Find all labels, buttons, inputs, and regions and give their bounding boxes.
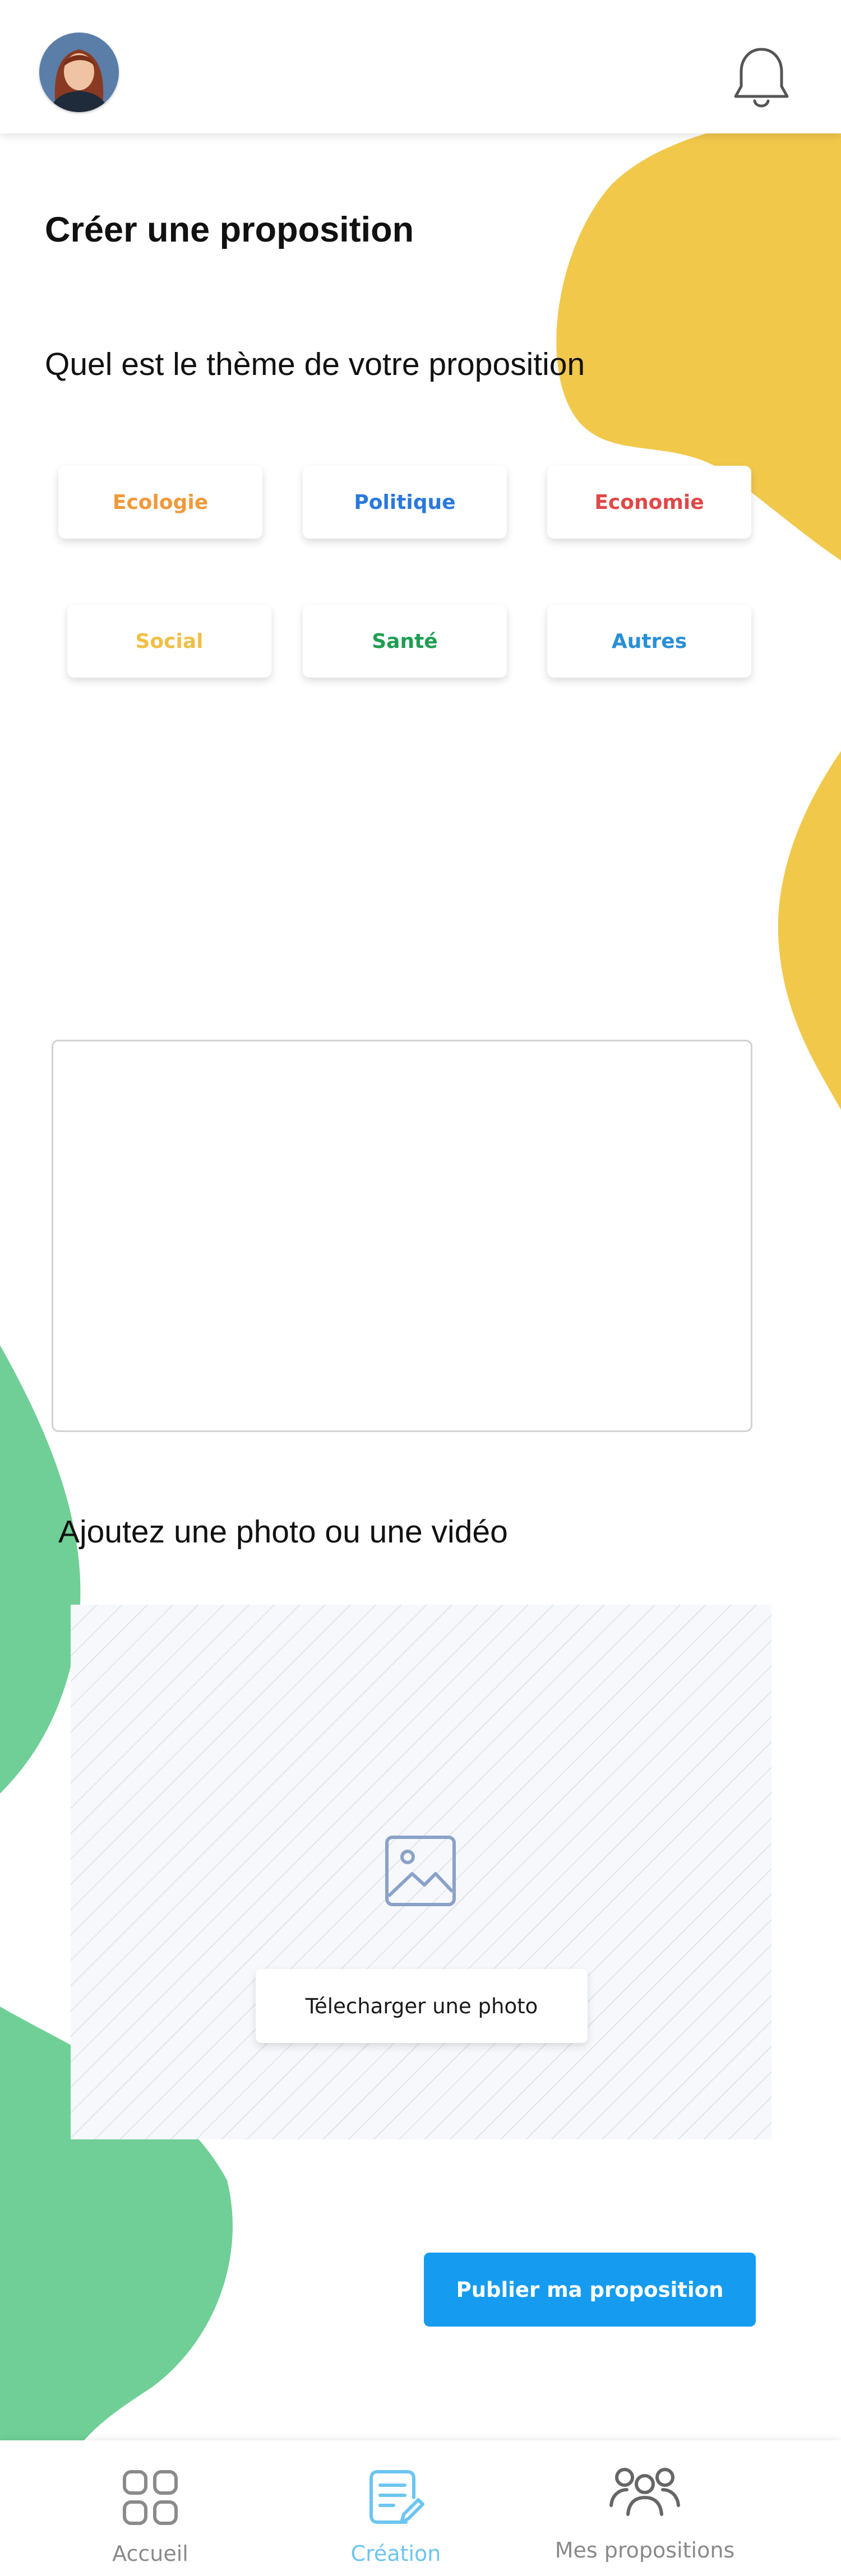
bottom-nav: Accueil Création Mes propositions: [0, 2440, 841, 2576]
theme-sante-button[interactable]: Santé: [303, 605, 507, 678]
page-title: Créer une proposition: [45, 210, 414, 249]
top-bar: [0, 0, 841, 133]
group-icon: [609, 2468, 680, 2516]
theme-ecologie-button[interactable]: Ecologie: [58, 466, 262, 539]
theme-economie-button[interactable]: Economie: [547, 466, 751, 539]
theme-autres-button[interactable]: Autres: [547, 605, 751, 678]
nav-item-accueil[interactable]: Accueil: [94, 2440, 206, 2576]
theme-politique-button[interactable]: Politique: [303, 466, 507, 539]
nav-label-mes-propositions: Mes propositions: [554, 2538, 735, 2563]
theme-question: Quel est le thème de votre proposition: [45, 346, 585, 382]
photo-upload-zone[interactable]: Télecharger une photo: [71, 1605, 771, 2139]
nav-item-creation[interactable]: Création: [340, 2440, 452, 2576]
theme-social-button[interactable]: Social: [67, 605, 271, 678]
upload-photo-button[interactable]: Télecharger une photo: [256, 1969, 588, 2043]
user-avatar-icon: [39, 33, 119, 112]
avatar[interactable]: [39, 33, 119, 112]
nav-item-mes-propositions[interactable]: Mes propositions: [544, 2440, 746, 2576]
yellow-blob-right: [778, 751, 841, 1110]
photo-section-label: Ajoutez une photo ou une vidéo: [58, 1514, 508, 1550]
image-icon: [384, 1834, 457, 1907]
proposition-text-field[interactable]: [52, 1040, 752, 1432]
bell-icon[interactable]: [732, 45, 791, 111]
nav-label-accueil: Accueil: [112, 2541, 188, 2566]
nav-label-creation: Création: [350, 2541, 441, 2566]
grid-icon: [123, 2470, 178, 2525]
document-edit-icon: [369, 2470, 424, 2524]
publish-button[interactable]: Publier ma proposition: [424, 2253, 756, 2327]
